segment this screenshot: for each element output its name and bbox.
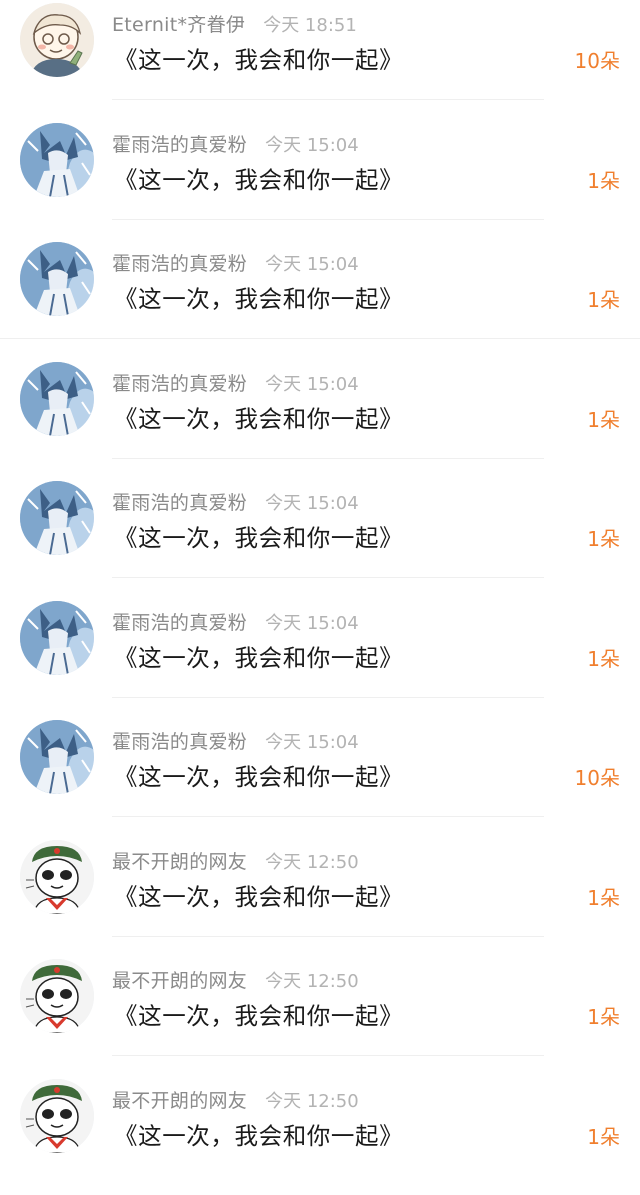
timestamp: 今天 12:50 (265, 852, 359, 873)
timestamp: 今天 15:04 (265, 732, 359, 753)
flower-count: 1朵 (587, 1001, 620, 1030)
item-meta: 霍雨浩的真爱粉今天 15:04 (112, 249, 359, 273)
item-meta: 最不开朗的网友今天 12:50 (112, 1086, 359, 1110)
list-item[interactable]: 霍雨浩的真爱粉今天 15:04 《这一次，我会和你一起》 1朵 (0, 359, 640, 479)
item-meta: 霍雨浩的真爱粉今天 15:04 (112, 608, 359, 632)
message-text: 《这一次，我会和你一起》 (114, 280, 403, 314)
message-text: 《这一次，我会和你一起》 (114, 758, 403, 792)
timestamp: 今天 15:04 (265, 254, 359, 275)
anime-boy-avatar[interactable] (20, 123, 94, 197)
username[interactable]: 霍雨浩的真爱粉 (112, 612, 247, 634)
username[interactable]: 霍雨浩的真爱粉 (112, 731, 247, 753)
item-meta: Eternit*齐眷伊今天 18:51 (112, 10, 357, 34)
timestamp: 今天 15:04 (265, 493, 359, 514)
anime-boy-avatar[interactable] (20, 481, 94, 555)
list-item[interactable]: 最不开朗的网友今天 12:50 《这一次，我会和你一起》 1朵 (0, 1076, 640, 1195)
timestamp: 今天 12:50 (265, 971, 359, 992)
flower-count: 1朵 (587, 643, 620, 672)
list-item[interactable]: 霍雨浩的真爱粉今天 15:04 《这一次，我会和你一起》 1朵 (0, 120, 640, 240)
flower-count: 1朵 (587, 284, 620, 313)
divider (112, 936, 544, 937)
username[interactable]: 最不开朗的网友 (112, 851, 247, 873)
anime-boy-avatar[interactable] (20, 242, 94, 316)
list-item[interactable]: 霍雨浩的真爱粉今天 15:04 《这一次，我会和你一起》 1朵 (0, 478, 640, 598)
item-meta: 最不开朗的网友今天 12:50 (112, 847, 359, 871)
list-item[interactable]: 霍雨浩的真爱粉今天 15:04 《这一次，我会和你一起》 10朵 (0, 717, 640, 837)
list-item[interactable]: Eternit*齐眷伊今天 18:51 《这一次，我会和你一起》 10朵 (0, 0, 640, 120)
divider (112, 1055, 544, 1056)
panda-meme-avatar[interactable] (20, 959, 94, 1033)
username[interactable]: 霍雨浩的真爱粉 (112, 134, 247, 156)
message-text: 《这一次，我会和你一起》 (114, 878, 403, 912)
anime-boy-avatar[interactable] (20, 720, 94, 794)
username[interactable]: 霍雨浩的真爱粉 (112, 253, 247, 275)
divider (0, 338, 640, 339)
username[interactable]: 霍雨浩的真爱粉 (112, 373, 247, 395)
item-meta: 霍雨浩的真爱粉今天 15:04 (112, 727, 359, 751)
flower-count: 1朵 (587, 404, 620, 433)
flower-count: 1朵 (587, 165, 620, 194)
divider (112, 577, 544, 578)
message-text: 《这一次，我会和你一起》 (114, 997, 403, 1031)
username[interactable]: 霍雨浩的真爱粉 (112, 492, 247, 514)
gift-record-list: Eternit*齐眷伊今天 18:51 《这一次，我会和你一起》 10朵 霍雨浩… (0, 0, 640, 1156)
divider (112, 458, 544, 459)
timestamp: 今天 15:04 (265, 613, 359, 634)
list-item[interactable]: 最不开朗的网友今天 12:50 《这一次，我会和你一起》 1朵 (0, 956, 640, 1076)
timestamp: 今天 15:04 (265, 374, 359, 395)
divider (112, 99, 544, 100)
item-meta: 霍雨浩的真爱粉今天 15:04 (112, 130, 359, 154)
message-text: 《这一次，我会和你一起》 (114, 639, 403, 673)
list-item[interactable]: 霍雨浩的真爱粉今天 15:04 《这一次，我会和你一起》 1朵 (0, 239, 640, 359)
timestamp: 今天 12:50 (265, 1091, 359, 1112)
message-text: 《这一次，我会和你一起》 (114, 519, 403, 553)
flower-count: 1朵 (587, 523, 620, 552)
panda-meme-avatar[interactable] (20, 1079, 94, 1153)
timestamp: 今天 15:04 (265, 135, 359, 156)
item-meta: 霍雨浩的真爱粉今天 15:04 (112, 488, 359, 512)
panda-meme-avatar[interactable] (20, 840, 94, 914)
anime-boy-avatar[interactable] (20, 362, 94, 436)
username[interactable]: Eternit*齐眷伊 (112, 14, 245, 36)
list-item[interactable]: 最不开朗的网友今天 12:50 《这一次，我会和你一起》 1朵 (0, 837, 640, 957)
message-text: 《这一次，我会和你一起》 (114, 41, 403, 75)
cartoon-child-avatar[interactable] (20, 3, 94, 77)
item-meta: 最不开朗的网友今天 12:50 (112, 966, 359, 990)
message-text: 《这一次，我会和你一起》 (114, 400, 403, 434)
flower-count: 1朵 (587, 1121, 620, 1150)
message-text: 《这一次，我会和你一起》 (114, 1117, 403, 1151)
flower-count: 10朵 (575, 45, 620, 74)
flower-count: 1朵 (587, 882, 620, 911)
username[interactable]: 最不开朗的网友 (112, 970, 247, 992)
divider (112, 697, 544, 698)
username[interactable]: 最不开朗的网友 (112, 1090, 247, 1112)
flower-count: 10朵 (575, 762, 620, 791)
list-item[interactable]: 霍雨浩的真爱粉今天 15:04 《这一次，我会和你一起》 1朵 (0, 598, 640, 718)
timestamp: 今天 18:51 (263, 15, 357, 36)
item-meta: 霍雨浩的真爱粉今天 15:04 (112, 369, 359, 393)
anime-boy-avatar[interactable] (20, 601, 94, 675)
divider (112, 219, 544, 220)
divider (112, 816, 544, 817)
message-text: 《这一次，我会和你一起》 (114, 161, 403, 195)
